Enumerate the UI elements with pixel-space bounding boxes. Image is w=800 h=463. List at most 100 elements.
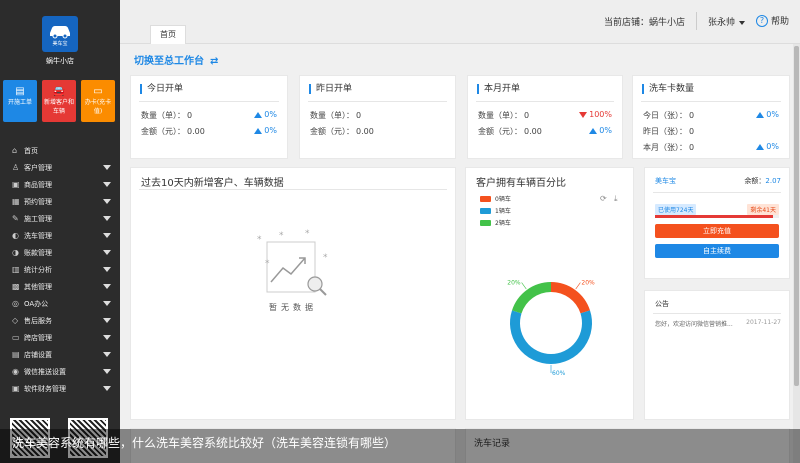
donut-label: 20% — [581, 280, 595, 287]
sidebar-item[interactable]: ◐ 洗车管理 — [0, 227, 120, 244]
stat-change: 100% — [579, 110, 612, 119]
legend-swatch — [480, 195, 491, 202]
caret-down-icon — [103, 335, 111, 340]
divider — [653, 313, 781, 314]
goods-icon: ▣ — [12, 180, 20, 189]
stat-label: 数量（单）： — [478, 111, 522, 120]
sidebar-item[interactable]: ♙ 客户管理 — [0, 159, 120, 176]
sidebar-item[interactable]: ◇ 售后服务 — [0, 312, 120, 329]
sidebar-item[interactable]: ▤ 店铺设置 — [0, 346, 120, 363]
car-icon: 🚘 — [52, 86, 66, 97]
usage-progress — [655, 215, 779, 218]
stat-change-value: 100% — [589, 110, 612, 119]
svg-text:*: * — [257, 235, 262, 245]
stat-card-title: 洗车卡数量 — [642, 84, 694, 94]
card-icon: ▭ — [93, 86, 103, 97]
legend-item[interactable]: 0辆车 — [480, 194, 511, 203]
stat-row: 数量（单）： 0 100% — [478, 110, 612, 121]
user-menu[interactable]: 张永帅 — [708, 15, 746, 28]
sidebar: 美车宝 蜗牛小店 ▤ 开施工单 🚘 新增客户和车辆 ▭ 办卡(充卡值) ⌂ 首页 ♙ 客户管理 ▣… — [0, 0, 120, 463]
caption-text: 洗车美容系统有哪些，什么洗车美容系统比较好（洗车美容连锁有哪些） — [12, 436, 397, 450]
arrow-up-icon — [254, 128, 263, 134]
scrollbar-thumb[interactable] — [794, 46, 799, 386]
sidebar-item[interactable]: ▩ 其他管理 — [0, 278, 120, 295]
sidebar-item[interactable]: ◉ 微信推送设置 — [0, 363, 120, 380]
notice-panel: 公告 您好，欢迎访问微信营销推... 2017-11-27 — [644, 290, 790, 420]
stat-change: 0% — [254, 126, 277, 135]
sidebar-item[interactable]: ▥ 统计分析 — [0, 261, 120, 278]
caret-down-icon — [103, 182, 111, 187]
quick-action-label: 办卡(充卡值) — [84, 99, 112, 115]
caret-down-icon — [103, 284, 111, 289]
arrow-up-icon — [589, 128, 598, 134]
stat-label: 数量（单）： — [141, 111, 185, 120]
legend-item[interactable]: 2辆车 — [480, 218, 511, 227]
divider — [139, 101, 279, 102]
balance-label: 余额： — [744, 177, 766, 185]
sidebar-item-label: 客户管理 — [24, 163, 52, 172]
stat-value: 0.00 — [524, 127, 542, 136]
switch-workbench-link[interactable]: 切换至总工作台 ⇄ — [134, 52, 218, 67]
scrollbar[interactable] — [793, 44, 800, 463]
tab-home[interactable]: 首页 — [150, 25, 186, 44]
help-label: 帮助 — [771, 17, 790, 27]
wechat-icon: ◉ — [12, 367, 19, 376]
sidebar-item-label: 软件财务管理 — [24, 384, 66, 393]
trend-title: 过去10天内新增客户、车辆数据 — [141, 178, 284, 189]
legend-label: 1辆车 — [495, 208, 511, 215]
stat-card: 昨日开单 数量（单）： 0 金额（元）： 0.00 — [299, 75, 456, 159]
stat-label: 今日（张）： — [643, 111, 687, 120]
stat-row: 本月（张）： 0 0% — [643, 142, 779, 153]
empty-text: 暂无数据 — [269, 303, 317, 312]
donut-slice[interactable] — [550, 282, 590, 314]
stat-change: 0% — [756, 110, 779, 119]
charge-button[interactable]: 立即充值 — [655, 224, 779, 238]
stat-change-value: 0% — [766, 142, 779, 151]
help-link[interactable]: ? 帮助 — [756, 14, 789, 27]
topbar: 首页 当前店铺：蜗牛小店 张永帅 ? 帮助 — [120, 0, 800, 44]
quick-action-button[interactable]: ▤ 开施工单 — [3, 80, 37, 122]
sidebar-item[interactable]: ▭ 跨店管理 — [0, 329, 120, 346]
quick-action-button[interactable]: ▭ 办卡(充卡值) — [81, 80, 115, 122]
sidebar-item-label: 预约管理 — [24, 197, 52, 206]
stat-value: 0 — [187, 111, 193, 120]
divider — [653, 192, 781, 193]
sidebar-item-label: 首页 — [24, 146, 38, 155]
self-renew-button[interactable]: 自主续费 — [655, 244, 779, 258]
caret-down-icon — [103, 352, 111, 357]
caret-down-icon — [103, 250, 111, 255]
donut-slice[interactable] — [510, 310, 592, 364]
sidebar-item-label: 统计分析 — [24, 265, 52, 274]
stat-change-value: 0% — [599, 126, 612, 135]
sidebar-item[interactable]: ✎ 施工管理 — [0, 210, 120, 227]
sidebar-item[interactable]: ▣ 软件财务管理 — [0, 380, 120, 397]
quick-action-button[interactable]: 🚘 新增客户和车辆 — [42, 80, 76, 122]
app-logo[interactable]: 美车宝 — [42, 16, 78, 52]
stat-card-title: 本月开单 — [477, 84, 520, 94]
notice-text[interactable]: 您好，欢迎访问微信营销推... — [655, 319, 733, 328]
car-wash-icon: ◐ — [12, 231, 19, 240]
sidebar-item-label: 商品管理 — [24, 180, 52, 189]
stat-card: 本月开单 数量（单）： 0 100% 金额（元）： 0.00 0% — [467, 75, 623, 159]
stat-label: 金额（元）： — [141, 127, 185, 136]
arrow-up-icon — [756, 112, 765, 118]
sidebar-item[interactable]: ◎ OA办公 — [0, 295, 120, 312]
legend-item[interactable]: 1辆车 — [480, 206, 511, 215]
legend-swatch — [480, 219, 491, 226]
stat-card-title: 今日开单 — [140, 84, 183, 94]
sidebar-item[interactable]: ◑ 账款管理 — [0, 244, 120, 261]
stat-value: 0 — [524, 111, 530, 120]
sidebar-item[interactable]: ▦ 预约管理 — [0, 193, 120, 210]
user-name: 张永帅 — [708, 18, 736, 28]
caret-down-icon — [103, 386, 111, 391]
stat-row: 今日（张）： 0 0% — [643, 110, 779, 121]
sidebar-item[interactable]: ▣ 商品管理 — [0, 176, 120, 193]
donut-slice[interactable] — [512, 282, 552, 314]
download-icon[interactable]: ⤓ — [614, 194, 618, 204]
refresh-icon[interactable]: ⟳ — [600, 194, 607, 203]
no-data-illustration-icon: * * * * * — [257, 229, 328, 296]
settings-icon: ▤ — [12, 350, 20, 359]
donut-label: 20% — [507, 280, 521, 287]
switch-label: 切换至总工作台 — [134, 56, 204, 67]
sidebar-item[interactable]: ⌂ 首页 — [0, 142, 120, 159]
